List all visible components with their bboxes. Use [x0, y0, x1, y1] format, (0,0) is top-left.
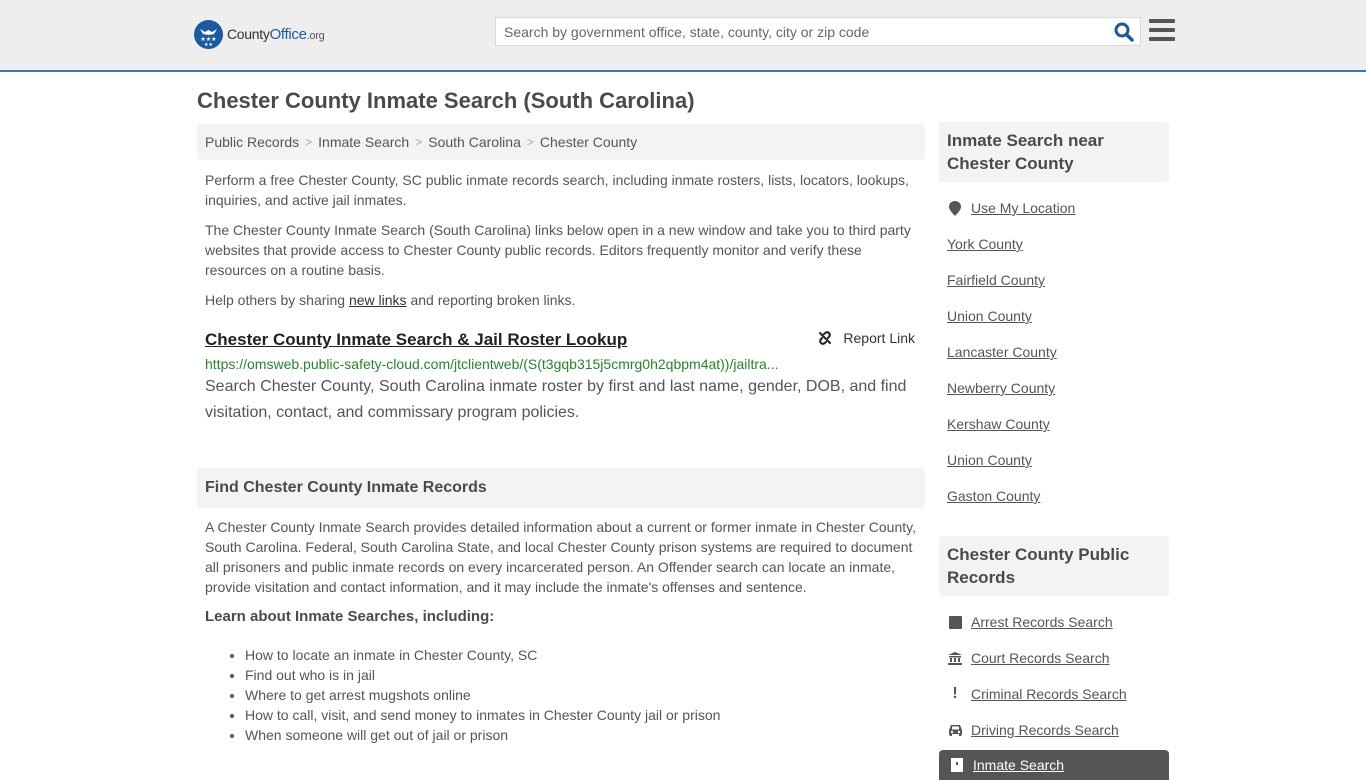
public-records-sidebar: Chester County Public Records Arrest Rec… — [939, 536, 1169, 748]
list-item: Where to get arrest mugshots online — [245, 685, 925, 705]
nearby-county-item: Lancaster County — [947, 334, 1169, 370]
inmate-search-link[interactable]: Inmate Search — [973, 757, 1064, 773]
eagle-stars-icon: ★★★ ★★ — [194, 20, 223, 49]
list-item: How to call, visit, and send money to in… — [245, 705, 925, 725]
nearby-heading: Inmate Search near Chester County — [939, 122, 1169, 182]
county-link[interactable]: Union County — [947, 452, 1032, 468]
new-links-link[interactable]: new links — [349, 292, 407, 308]
share-paragraph: Help others by sharing new links and rep… — [205, 292, 576, 308]
breadcrumb-separator: > — [526, 135, 534, 149]
jail-door-icon — [949, 758, 965, 772]
page-title: Chester County Inmate Search (South Caro… — [197, 88, 695, 113]
list-item: Find out who is in jail — [245, 665, 925, 685]
records-item-criminal: ! Criminal Records Search — [947, 676, 1169, 712]
nearby-county-item: Newberry County — [947, 370, 1169, 406]
find-records-paragraph: A Chester County Inmate Search provides … — [205, 519, 916, 595]
records-item-court: Court Records Search — [947, 640, 1169, 676]
nearby-county-item: Union County — [947, 442, 1169, 478]
records-item-inmate-active[interactable]: Inmate Search — [939, 750, 1169, 780]
exclamation-icon: ! — [952, 685, 958, 702]
breadcrumb-chester-county[interactable]: Chester County — [540, 134, 637, 150]
report-link-button[interactable]: Report Link — [817, 330, 915, 346]
intro-paragraph: Perform a free Chester County, SC public… — [205, 172, 909, 208]
search-input[interactable] — [496, 18, 1096, 45]
records-item-arrest: Arrest Records Search — [947, 604, 1169, 640]
nearby-sidebar: Inmate Search near Chester County Use My… — [939, 122, 1169, 514]
breadcrumb-separator: > — [415, 135, 423, 149]
result-description: Search Chester County, South Carolina in… — [205, 378, 907, 421]
breadcrumb-public-records[interactable]: Public Records — [205, 134, 299, 150]
county-link[interactable]: Fairfield County — [947, 272, 1045, 288]
list-item: How to locate an inmate in Chester Count… — [245, 645, 925, 665]
breadcrumb-south-carolina[interactable]: South Carolina — [428, 134, 521, 150]
breadcrumb: Public Records > Inmate Search > South C… — [197, 124, 925, 160]
county-link[interactable]: Union County — [947, 308, 1032, 324]
site-header: ★★★ ★★ CountyOffice.org — [0, 0, 1366, 72]
nearby-county-item: York County — [947, 226, 1169, 262]
main-content: Public Records > Inmate Search > South C… — [197, 124, 925, 745]
result-item: Chester County Inmate Search & Jail Rost… — [197, 330, 925, 426]
site-search — [495, 17, 1141, 46]
nearby-county-item: Union County — [947, 298, 1169, 334]
arrest-records-link[interactable]: Arrest Records Search — [971, 614, 1113, 630]
car-icon — [947, 724, 963, 736]
learn-list: How to locate an inmate in Chester Count… — [197, 645, 925, 745]
learn-heading: Learn about Inmate Searches, including: — [205, 608, 495, 625]
public-records-heading: Chester County Public Records — [939, 536, 1169, 596]
records-item-driving: Driving Records Search — [947, 712, 1169, 748]
county-link[interactable]: Newberry County — [947, 380, 1055, 396]
broken-link-icon — [819, 331, 832, 345]
list-item: When someone will get out of jail or pri… — [245, 725, 925, 745]
map-pin-icon — [947, 200, 963, 216]
county-link[interactable]: Kershaw County — [947, 416, 1050, 432]
nearby-county-item: Kershaw County — [947, 406, 1169, 442]
breadcrumb-inmate-search[interactable]: Inmate Search — [318, 134, 409, 150]
breadcrumb-separator: > — [305, 135, 313, 149]
criminal-records-link[interactable]: Criminal Records Search — [971, 686, 1127, 702]
courthouse-icon — [947, 651, 963, 665]
driving-records-link[interactable]: Driving Records Search — [971, 722, 1119, 738]
disclaimer-paragraph: The Chester County Inmate Search (South … — [205, 222, 911, 278]
result-title-link[interactable]: Chester County Inmate Search & Jail Rost… — [205, 330, 627, 349]
logo-wordmark: CountyOffice.org — [227, 26, 325, 43]
court-records-link[interactable]: Court Records Search — [971, 650, 1110, 666]
site-logo[interactable]: ★★★ ★★ CountyOffice.org — [194, 20, 325, 49]
county-link[interactable]: York County — [947, 236, 1023, 252]
county-link[interactable]: Lancaster County — [947, 344, 1057, 360]
square-icon — [947, 615, 963, 629]
hamburger-menu-icon[interactable] — [1149, 19, 1175, 43]
nearby-county-item: Fairfield County — [947, 262, 1169, 298]
result-url: https://omsweb.public-safety-cloud.com/j… — [205, 356, 779, 372]
use-location-item: Use My Location — [947, 190, 1169, 226]
find-records-heading: Find Chester County Inmate Records — [197, 468, 925, 508]
use-my-location-link[interactable]: Use My Location — [971, 200, 1075, 216]
svg-text:★★: ★★ — [204, 42, 213, 48]
nearby-county-item: Gaston County — [947, 478, 1169, 514]
search-icon[interactable] — [1114, 22, 1134, 42]
county-link[interactable]: Gaston County — [947, 488, 1040, 504]
